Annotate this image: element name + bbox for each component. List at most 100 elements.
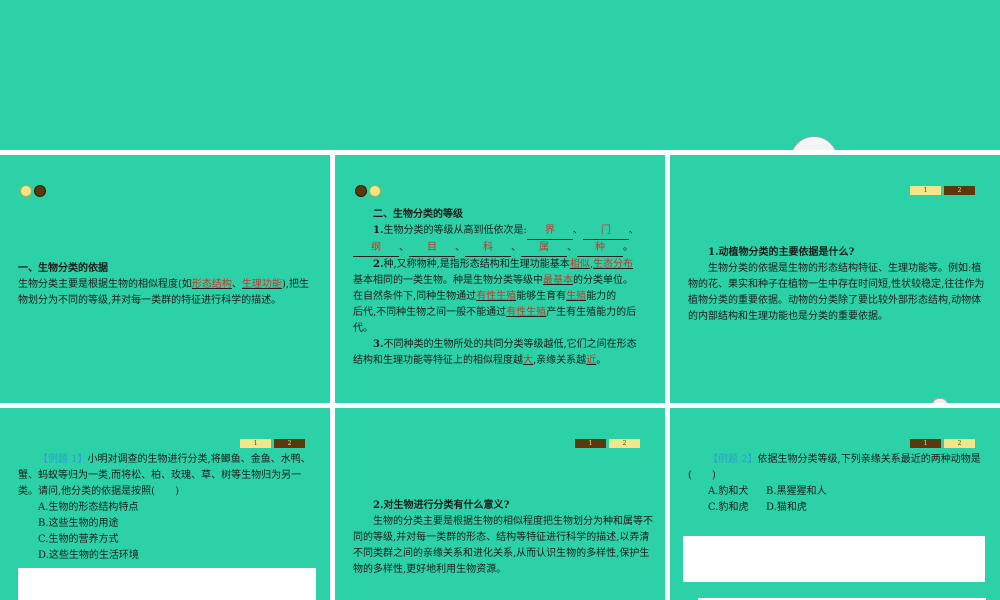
- option-a[interactable]: A.豹和犬: [708, 484, 766, 500]
- text-segment: 能够生育有: [516, 291, 567, 302]
- text-segment: 基本相同的一类生物。种是生物分类等级中: [353, 275, 543, 286]
- tab-1[interactable]: 1: [910, 439, 941, 448]
- slide-1-thumbnail[interactable]: 一、生物分类的依据 生物分类主要是根据生物的相似程度(如形态结构、生理功能),把…: [0, 155, 330, 403]
- question-1: 1.生物分类的等级从高到低依次是: 界、门、: [353, 223, 653, 240]
- paragraph: 生物分类主要是根据生物的相似程度(如形态结构、生理功能),把生: [18, 277, 318, 293]
- slide-6-thumbnail[interactable]: 1 2 【例题 2】依据生物分类等级,下列亲缘关系最近的两种动物是( ) A.豹…: [670, 408, 1000, 600]
- tab-1[interactable]: 1: [910, 186, 941, 195]
- question-text: 生物分类的等级从高到低依次是:: [383, 225, 527, 236]
- rank-kingdom: 界: [526, 223, 573, 240]
- answer-blank: 最基本: [543, 275, 573, 286]
- tab-1[interactable]: 1: [575, 439, 606, 448]
- tab-2[interactable]: 2: [944, 439, 975, 448]
- text-segment: 在自然条件下,同种生物通过: [353, 291, 477, 302]
- separator: 、: [455, 242, 465, 253]
- answer-blank: 生理功能: [241, 279, 282, 290]
- slide-5-content: 2.对生物进行分类有什么意义? 生物的分类主要是根据生物的相似程度把生物划分为种…: [353, 498, 653, 578]
- separator: 、: [572, 225, 583, 236]
- question-2-cont: 代。: [353, 323, 373, 334]
- rank-genus: 属: [521, 240, 567, 257]
- text-segment: 不同种类的生物所处的共同分类等级越低,它们之间在形态: [383, 339, 637, 350]
- answer-blank: 有性生殖: [506, 307, 547, 318]
- option-b[interactable]: B.这些生物的用途: [18, 516, 318, 532]
- option-a[interactable]: A.生物的形态结构特点: [18, 500, 318, 516]
- answer-text: 生物的分类主要是根据生物的相似程度把生物划分为种和属等不同的等级,并对每一类群的…: [353, 516, 653, 575]
- answer-box: [18, 568, 316, 600]
- text-segment: 、: [231, 279, 242, 290]
- question-heading: 1.动植物分类的主要依据是什么?: [708, 247, 855, 258]
- separator: 、: [628, 225, 639, 236]
- slide-4-thumbnail[interactable]: 1 2 【例题 1】小明对调查的生物进行分类,将鲫鱼、金鱼、水鸭、蟹、蚂蚁等归为…: [0, 408, 330, 600]
- top-slide-partial[interactable]: [0, 0, 1000, 150]
- option-d[interactable]: D.这些生物的生活环境: [18, 548, 318, 564]
- rank-class: 纲: [353, 240, 399, 257]
- rank-phylum: 门: [582, 223, 629, 240]
- question-number: 1.: [373, 225, 384, 236]
- option-c[interactable]: C.生物的营养方式: [18, 532, 318, 548]
- text-segment: 种,又称物种,是指形态结构和生理功能基本: [383, 259, 570, 270]
- example-question: 【例题 2】依据生物分类等级,下列亲缘关系最近的两种动物是( ): [688, 452, 988, 484]
- tab-indicator: 1 2: [910, 186, 975, 195]
- tab-indicator: 1 2: [575, 439, 640, 448]
- text-segment: ,亲缘关系越: [533, 355, 587, 366]
- slide-5-thumbnail[interactable]: 1 2 2.对生物进行分类有什么意义? 生物的分类主要是根据生物的相似程度把生物…: [335, 408, 665, 600]
- separator: 。: [623, 242, 633, 253]
- tab-2[interactable]: 2: [609, 439, 640, 448]
- slide-1-content: 一、生物分类的依据 生物分类主要是根据生物的相似程度(如形态结构、生理功能),把…: [18, 261, 318, 309]
- nav-icons: [355, 185, 381, 197]
- option-d[interactable]: D.猫和虎: [766, 502, 807, 513]
- text-segment: 后代,不同种生物之间一般不能通过: [353, 307, 507, 318]
- tab-2[interactable]: 2: [274, 439, 305, 448]
- option-b[interactable]: B.黑猩猩和人: [766, 486, 827, 497]
- cloud-decoration: [790, 136, 838, 150]
- example-question: 【例题 1】小明对调查的生物进行分类,将鲫鱼、金鱼、水鸭、蟹、蚂蚁等归为一类,而…: [18, 452, 318, 500]
- question-number: 3.: [373, 339, 384, 350]
- text-segment: 的分类单位。: [573, 275, 633, 286]
- answer-blank: 大: [523, 355, 533, 366]
- separator: 、: [511, 242, 521, 253]
- question-1-cont: 纲、目、科、属、种。: [353, 240, 653, 257]
- text-segment: ),把生: [281, 279, 309, 290]
- rank-species: 种: [577, 240, 623, 257]
- slide-3-thumbnail[interactable]: 1 2 1.动植物分类的主要依据是什么? 生物分类的依据是生物的形态结构特征、生…: [670, 155, 1000, 403]
- tab-2[interactable]: 2: [944, 186, 975, 195]
- section-heading: 一、生物分类的依据: [18, 263, 108, 274]
- tab-1[interactable]: 1: [240, 439, 271, 448]
- tab-indicator: 1 2: [240, 439, 305, 448]
- example-label: 【例题 2】: [708, 454, 758, 465]
- options-row-2: C.豹和虎 D.猫和虎: [688, 500, 988, 516]
- slide-3-content: 1.动植物分类的主要依据是什么? 生物分类的依据是生物的形态结构特征、生理功能等…: [688, 245, 988, 325]
- text-segment: 。: [596, 355, 607, 366]
- text-segment: 生物分类主要是根据生物的相似程度(如: [18, 279, 192, 290]
- answer-text: 生物分类的依据是生物的形态结构特征、生理功能等。例如:植物的花、果实和种子在植物…: [688, 263, 985, 322]
- slide-2-thumbnail[interactable]: 二、生物分类的等级 1.生物分类的等级从高到低依次是: 界、门、 纲、目、科、属、…: [335, 155, 665, 403]
- nav-icons: [20, 185, 46, 197]
- paragraph-cont: 物划分为不同的等级,并对每一类群的特征进行科学的描述。: [18, 295, 282, 306]
- question-2-cont: 在自然条件下,同种生物通过有性生殖能够生育有生殖能力的: [353, 289, 653, 305]
- yellow-circle-icon: [20, 185, 32, 197]
- answer-blank: 生态分布: [593, 259, 633, 270]
- yellow-circle-icon: [369, 185, 381, 197]
- slide-6-content: 【例题 2】依据生物分类等级,下列亲缘关系最近的两种动物是( ) A.豹和犬 B.…: [688, 452, 988, 516]
- question-3-cont: 结构和生理功能等特征上的相似程度越大,亲缘关系越近。: [353, 353, 653, 369]
- option-c[interactable]: C.豹和虎: [708, 500, 766, 516]
- answer-blank: 形态结构: [191, 279, 232, 290]
- section-heading: 二、生物分类的等级: [373, 209, 463, 220]
- tab-indicator: 1 2: [910, 439, 975, 448]
- text-segment: 能力的: [586, 291, 617, 302]
- slide-2-content: 二、生物分类的等级 1.生物分类的等级从高到低依次是: 界、门、 纲、目、科、属、…: [353, 207, 653, 369]
- text-segment: 结构和生理功能等特征上的相似程度越: [353, 355, 523, 366]
- answer-blank: 相似: [569, 259, 590, 270]
- example-label: 【例题 1】: [38, 454, 88, 465]
- text-segment: 产生有生殖能力的后: [546, 307, 637, 318]
- question-2-cont: 基本相同的一类生物。种是生物分类等级中最基本的分类单位。: [353, 273, 653, 289]
- answer-blank: 有性生殖: [476, 291, 517, 302]
- separator: 、: [399, 242, 409, 253]
- question-2: 2.种,又称物种,是指形态结构和生理功能基本相似,生态分布: [353, 257, 653, 273]
- slide-4-content: 【例题 1】小明对调查的生物进行分类,将鲫鱼、金鱼、水鸭、蟹、蚂蚁等归为一类,而…: [18, 452, 318, 564]
- options-row-1: A.豹和犬 B.黑猩猩和人: [688, 484, 988, 500]
- question-2-cont: 后代,不同种生物之间一般不能通过有性生殖产生有生殖能力的后: [353, 305, 653, 321]
- question-3: 3.不同种类的生物所处的共同分类等级越低,它们之间在形态: [353, 337, 653, 353]
- answer-blank: 生殖: [566, 291, 587, 302]
- separator: 、: [567, 242, 577, 253]
